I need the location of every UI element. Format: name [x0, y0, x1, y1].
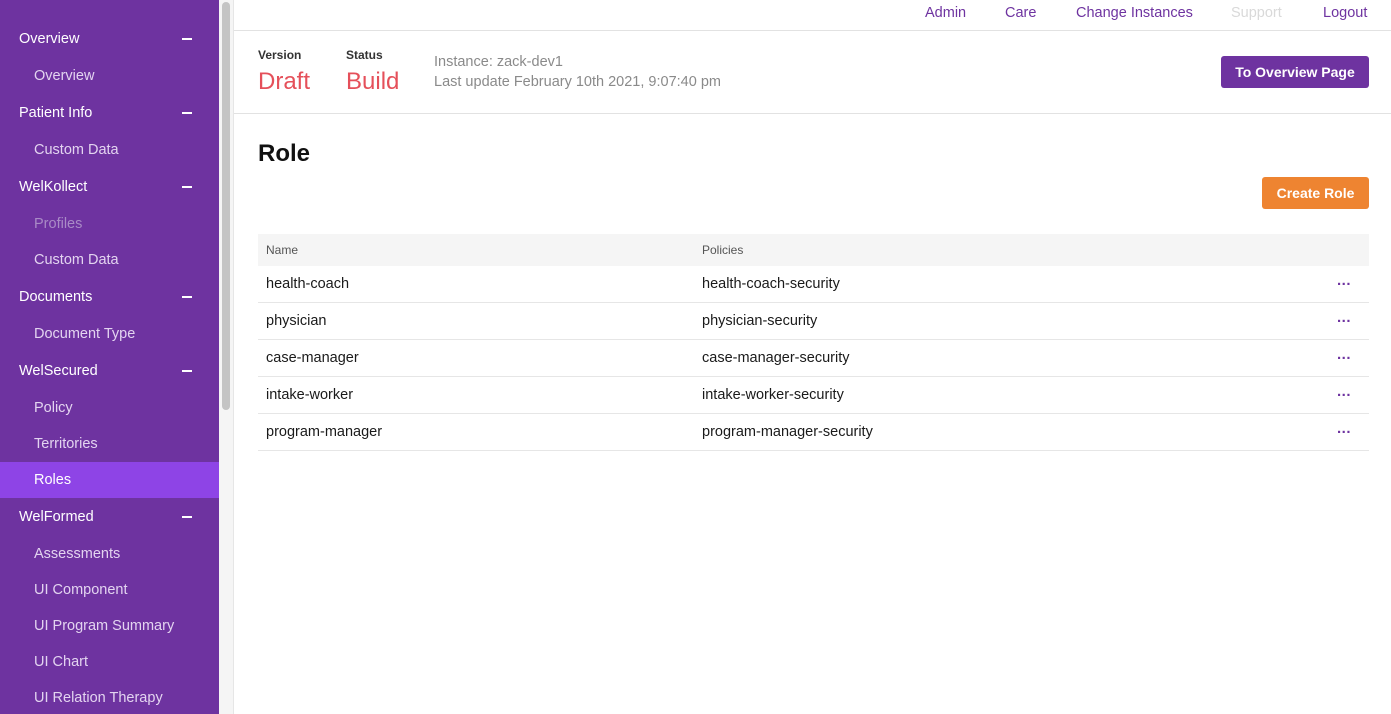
more-actions-icon[interactable]: ... — [1337, 420, 1351, 437]
sidebar-group-label: Patient Info — [19, 105, 93, 121]
nav-link-change-instances[interactable]: Change Instances — [1076, 5, 1193, 21]
table-row[interactable]: intake-worker intake-worker-security ... — [258, 377, 1369, 414]
table-row[interactable]: health-coach health-coach-security ... — [258, 266, 1369, 303]
sidebar-item-ui-chart[interactable]: UI Chart — [0, 644, 219, 680]
role-name: health-coach — [266, 276, 350, 292]
create-role-button[interactable]: Create Role — [1262, 177, 1369, 209]
status-label: Status — [346, 48, 383, 62]
role-name: physician — [266, 313, 327, 329]
role-policies: program-manager-security — [702, 424, 873, 440]
sidebar-item-welkollect-custom-data[interactable]: Custom Data — [0, 242, 219, 278]
sidebar-group-label: Documents — [19, 289, 93, 305]
role-policies: case-manager-security — [702, 350, 850, 366]
nav-link-care[interactable]: Care — [1005, 5, 1036, 21]
sidebar-group-label: WelKollect — [19, 179, 88, 195]
sidebar-scrollbar[interactable] — [219, 0, 234, 714]
column-header-name[interactable]: Name — [266, 243, 298, 257]
roles-table: Name Policies health-coach health-coach-… — [258, 234, 1369, 451]
more-actions-icon[interactable]: ... — [1337, 309, 1351, 326]
sidebar-group-label: WelSecured — [19, 363, 98, 379]
scrollbar-thumb[interactable] — [222, 2, 230, 410]
instance-name: Instance: zack-dev1 — [434, 54, 563, 70]
sidebar-item-assessments[interactable]: Assessments — [0, 536, 219, 572]
role-policies: intake-worker-security — [702, 387, 844, 403]
table-row[interactable]: case-manager case-manager-security ... — [258, 340, 1369, 377]
role-name: program-manager — [266, 424, 383, 440]
nav-link-logout[interactable]: Logout — [1323, 5, 1367, 21]
table-row[interactable]: physician physician-security ... — [258, 303, 1369, 340]
role-name: intake-worker — [266, 387, 354, 403]
role-name: case-manager — [266, 350, 359, 366]
instance-header: Version Draft Status Build Instance: zac… — [234, 31, 1391, 114]
sidebar-item-patient-custom-data[interactable]: Custom Data — [0, 132, 219, 168]
sidebar-group-documents[interactable]: Documents — [0, 279, 219, 315]
sidebar-item-territories[interactable]: Territories — [0, 426, 219, 462]
sidebar-item-roles[interactable]: Roles — [0, 462, 219, 498]
collapse-icon[interactable] — [182, 186, 192, 188]
sidebar-group-label: WelFormed — [19, 509, 94, 525]
collapse-icon[interactable] — [182, 38, 192, 40]
sidebar-group-welkollect[interactable]: WelKollect — [0, 169, 219, 205]
sidebar-group-welsecured[interactable]: WelSecured — [0, 353, 219, 389]
sidebar-item-overview[interactable]: Overview — [0, 58, 219, 94]
role-policies: physician-security — [702, 313, 818, 329]
status-value: Build — [346, 68, 400, 95]
more-actions-icon[interactable]: ... — [1337, 383, 1351, 400]
more-actions-icon[interactable]: ... — [1337, 272, 1351, 289]
nav-link-admin[interactable]: Admin — [925, 5, 966, 21]
sidebar-item-ui-component[interactable]: UI Component — [0, 572, 219, 608]
role-policies: health-coach-security — [702, 276, 840, 292]
table-row[interactable]: program-manager program-manager-security… — [258, 414, 1369, 451]
page-title: Role — [258, 140, 311, 167]
sidebar: Overview Overview Patient Info Custom Da… — [0, 0, 219, 714]
table-header: Name Policies — [258, 234, 1369, 266]
sidebar-item-document-type[interactable]: Document Type — [0, 316, 219, 352]
sidebar-item-profiles: Profiles — [34, 216, 83, 232]
version-label: Version — [258, 48, 302, 62]
last-update: Last update February 10th 2021, 9:07:40 … — [434, 74, 721, 90]
sidebar-item-policy[interactable]: Policy — [0, 390, 219, 426]
sidebar-item-ui-program-summary[interactable]: UI Program Summary — [0, 608, 219, 644]
sidebar-item-ui-relation-therapy[interactable]: UI Relation Therapy — [0, 680, 219, 714]
collapse-icon[interactable] — [182, 296, 192, 298]
collapse-icon[interactable] — [182, 516, 192, 518]
collapse-icon[interactable] — [182, 370, 192, 372]
nav-link-support: Support — [1231, 5, 1282, 21]
sidebar-group-overview[interactable]: Overview — [0, 21, 219, 57]
sidebar-group-patient-info[interactable]: Patient Info — [0, 95, 219, 131]
version-value: Draft — [258, 68, 311, 95]
column-header-policies[interactable]: Policies — [702, 243, 743, 257]
main-content: Role Create Role Name Policies health-co… — [234, 114, 1391, 714]
to-overview-page-button[interactable]: To Overview Page — [1221, 56, 1369, 88]
more-actions-icon[interactable]: ... — [1337, 346, 1351, 363]
top-navigation: Admin Care Change Instances Support Logo… — [234, 0, 1391, 31]
sidebar-group-label: Overview — [19, 31, 80, 47]
collapse-icon[interactable] — [182, 112, 192, 114]
sidebar-group-welformed[interactable]: WelFormed — [0, 499, 219, 535]
